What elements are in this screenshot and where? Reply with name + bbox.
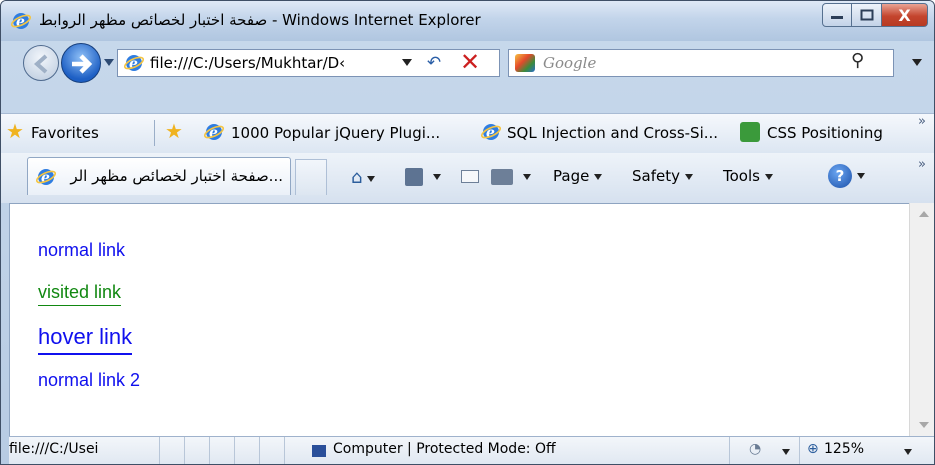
search-box[interactable]: Google <box>508 49 894 77</box>
status-divider <box>259 437 260 464</box>
favorite-site-icon <box>740 122 760 142</box>
favorite-link-css[interactable]: CSS Positioning <box>767 124 883 142</box>
tools-menu-label: Tools <box>723 167 760 185</box>
normal-link-2[interactable]: normal link 2 <box>38 370 140 391</box>
page-menu-label: Page <box>553 167 590 185</box>
tools-menu-button[interactable]: Tools <box>723 167 773 185</box>
ie-logo-icon: e <box>11 13 31 30</box>
title-bar: e صفحة اختبار لخصائص مظهر الروابط - Wind… <box>1 1 934 41</box>
help-button[interactable]: ? <box>828 164 865 188</box>
chevron-down-icon <box>433 173 441 180</box>
navigation-bar: e file:///C:/Users/Mukhtar/D‹ ↶ ✕ Google… <box>1 41 934 87</box>
favorite-ie-icon: e <box>481 124 501 141</box>
home-button[interactable]: ⌂ <box>351 167 376 188</box>
page-menu-button[interactable]: Page <box>553 167 603 185</box>
maximize-icon <box>860 9 873 21</box>
add-favorite-icon[interactable]: ★ <box>165 119 183 143</box>
status-divider <box>184 437 185 464</box>
help-icon: ? <box>828 164 852 188</box>
favorite-link-jquery[interactable]: 1000 Popular jQuery Plugi... <box>231 124 440 142</box>
status-divider <box>729 437 730 464</box>
page-content: normal link visited link hover link norm… <box>9 203 909 436</box>
tab-current[interactable]: e ...صفحة اختبار لخصائص مظهر الر <box>27 157 291 195</box>
status-divider <box>799 437 800 464</box>
vertical-scrollbar[interactable] <box>909 203 934 436</box>
tab-ie-icon: e <box>36 169 56 186</box>
chevron-down-icon <box>684 173 693 180</box>
normal-link[interactable]: normal link <box>38 240 125 261</box>
zoom-level[interactable]: 125% <box>824 441 864 457</box>
back-button[interactable] <box>23 45 59 81</box>
minimize-button[interactable] <box>822 3 852 27</box>
scroll-up-icon[interactable] <box>919 211 929 217</box>
printer-icon <box>491 168 513 185</box>
tab-label: ...صفحة اختبار لخصائص مظهر الر <box>70 167 283 185</box>
google-logo-icon <box>515 54 535 72</box>
address-dropdown-button[interactable] <box>402 59 412 66</box>
back-arrow-icon <box>33 54 48 74</box>
chevron-down-icon <box>857 173 865 179</box>
chevron-down-icon <box>594 173 603 180</box>
feeds-button[interactable] <box>405 167 441 186</box>
forward-button[interactable] <box>61 43 101 83</box>
status-bar: file:///C:/Usei Computer | Protected Mod… <box>9 436 934 464</box>
search-icon[interactable]: ⚲ <box>851 50 864 71</box>
window-title: صفحة اختبار لخصائص مظهر الروابط - Window… <box>39 11 481 29</box>
refresh-icon: ↶ <box>426 53 442 73</box>
mail-icon <box>461 170 479 183</box>
chevron-down-icon <box>764 173 773 180</box>
status-divider <box>209 437 210 464</box>
search-options-dropdown[interactable] <box>912 59 922 66</box>
recent-pages-dropdown[interactable] <box>104 59 114 66</box>
rss-feed-icon <box>405 167 423 186</box>
home-icon: ⌂ <box>351 167 363 188</box>
stop-button[interactable]: ✕ <box>455 47 485 77</box>
new-tab-button[interactable] <box>295 159 327 195</box>
search-input[interactable]: Google <box>543 54 596 72</box>
minimize-icon <box>831 16 843 19</box>
scroll-down-icon[interactable] <box>919 422 929 428</box>
maximize-button[interactable] <box>852 3 882 27</box>
chevron-down-icon <box>523 173 531 180</box>
stop-icon: ✕ <box>459 48 481 76</box>
status-text: file:///C:/Usei <box>9 441 99 457</box>
chevron-down-icon <box>367 175 376 182</box>
chevron-down-icon[interactable] <box>904 449 912 455</box>
chevron-down-icon[interactable] <box>782 449 790 455</box>
favorites-button[interactable]: Favorites <box>31 124 99 142</box>
commands-overflow-icon[interactable]: » <box>918 157 926 172</box>
caption-buttons: X <box>822 3 928 27</box>
separator <box>154 120 155 146</box>
favorites-star-icon: ★ <box>6 119 24 143</box>
zoom-icon: ⊕ <box>807 441 819 457</box>
status-divider <box>234 437 235 464</box>
safety-menu-button[interactable]: Safety <box>632 167 693 185</box>
close-button[interactable]: X <box>882 3 928 27</box>
safety-menu-label: Safety <box>632 167 680 185</box>
read-mail-button[interactable] <box>461 167 479 185</box>
forward-arrow-icon <box>72 54 93 74</box>
security-zone[interactable]: Computer | Protected Mode: Off <box>333 441 556 457</box>
status-divider <box>159 437 160 464</box>
protected-mode-icon[interactable]: ◔ <box>749 441 761 457</box>
refresh-button[interactable]: ↶ <box>419 49 449 77</box>
status-divider <box>284 437 285 464</box>
close-icon: X <box>898 5 911 25</box>
page-ie-icon: e <box>124 55 144 72</box>
favorites-overflow-icon[interactable]: » <box>918 114 926 129</box>
browser-window: e صفحة اختبار لخصائص مظهر الروابط - Wind… <box>0 0 935 465</box>
print-button[interactable] <box>491 167 531 185</box>
hover-link[interactable]: hover link <box>38 324 133 355</box>
favorite-link-sql[interactable]: SQL Injection and Cross-Si... <box>507 124 718 142</box>
visited-link[interactable]: visited link <box>38 282 122 306</box>
computer-zone-icon <box>312 445 326 457</box>
favorite-ie-icon: e <box>204 124 224 141</box>
